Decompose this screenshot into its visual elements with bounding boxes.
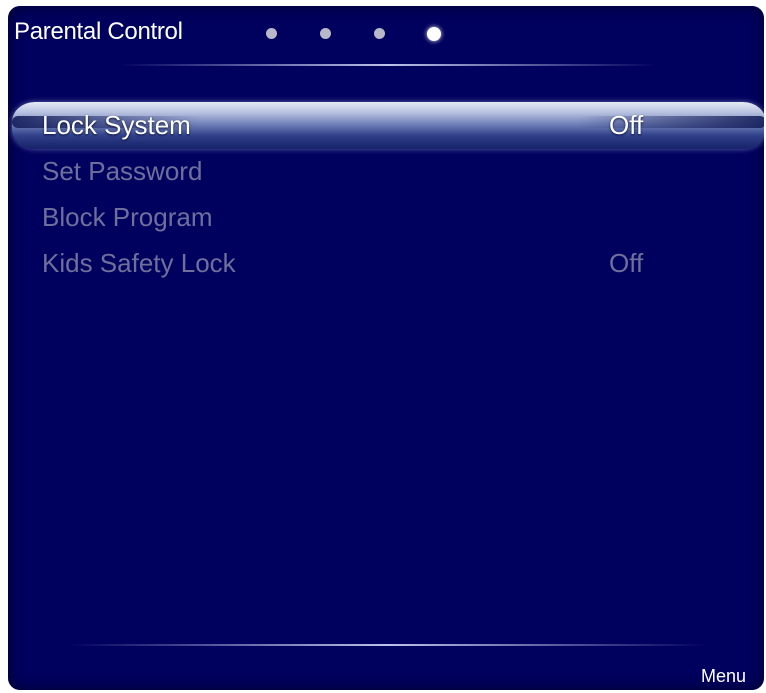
- header-divider: [118, 64, 658, 66]
- screen: Parental Control Lock System Off Set Pas…: [0, 0, 766, 693]
- menu-item-lock-system[interactable]: Lock System Off: [8, 102, 764, 149]
- page-dot-1: [266, 28, 277, 39]
- page-title: Parental Control: [14, 18, 183, 45]
- menu-item-block-program[interactable]: Block Program: [8, 194, 764, 240]
- header: Parental Control: [8, 6, 764, 68]
- menu-list: Lock System Off Set Password Block Progr…: [8, 102, 764, 286]
- footer-divider: [68, 644, 708, 646]
- menu-item-set-password[interactable]: Set Password: [8, 148, 764, 194]
- menu-item-value: Off: [609, 110, 644, 140]
- menu-button[interactable]: Menu: [701, 666, 746, 687]
- page-dot-3: [374, 28, 385, 39]
- page-dot-2: [320, 28, 331, 39]
- parental-control-panel: Parental Control Lock System Off Set Pas…: [8, 6, 764, 690]
- menu-item-label: Lock System: [42, 110, 191, 140]
- page-dot-4-active: [427, 27, 441, 41]
- menu-item-value: Off: [609, 248, 644, 278]
- menu-item-kids-safety-lock[interactable]: Kids Safety Lock Off: [8, 240, 764, 286]
- menu-item-label: Set Password: [42, 156, 203, 186]
- menu-item-label: Kids Safety Lock: [42, 248, 236, 278]
- menu-item-label: Block Program: [42, 202, 213, 232]
